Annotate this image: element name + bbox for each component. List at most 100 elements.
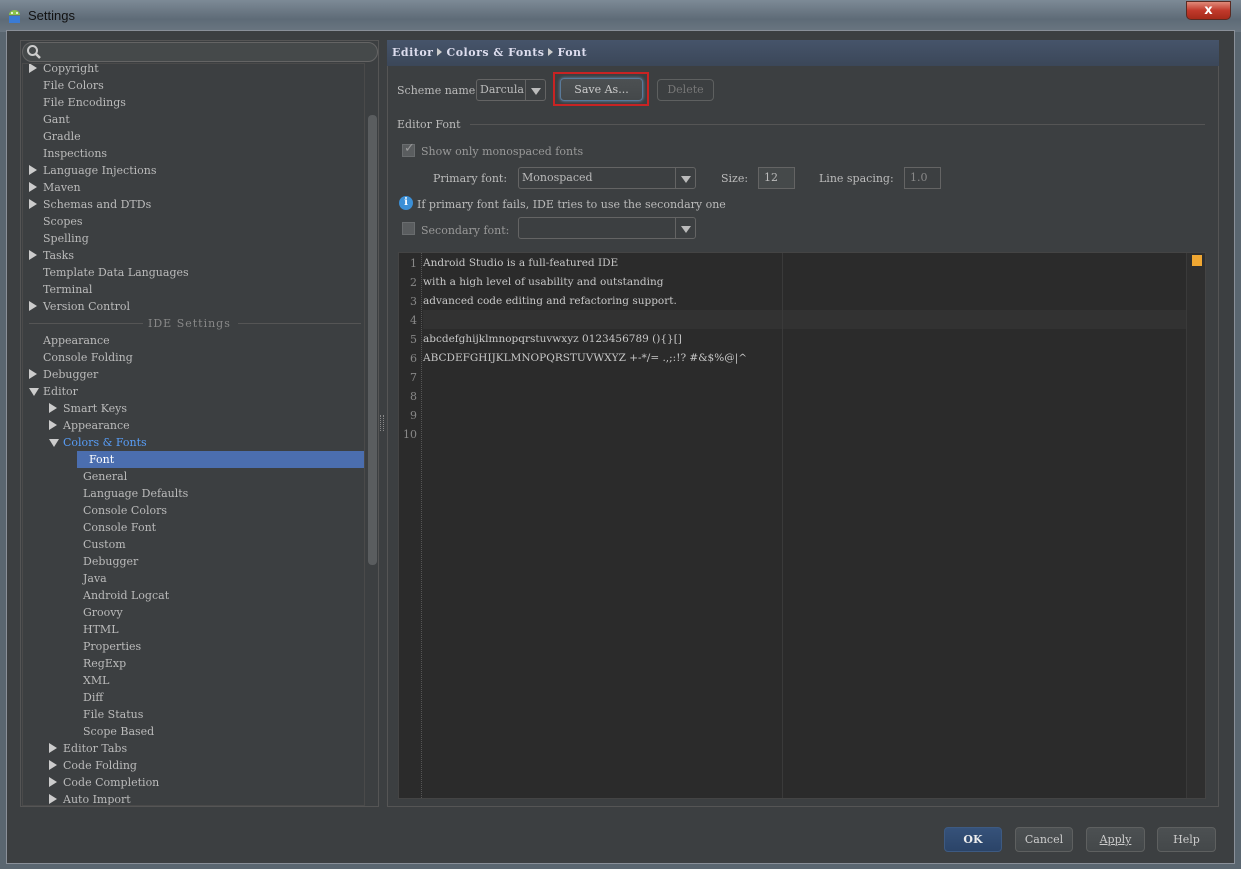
tree-item-label: Scopes (43, 215, 83, 228)
collapsed-arrow-icon[interactable] (29, 250, 37, 260)
tree-item[interactable]: Smart Keys (23, 400, 364, 417)
tree-item[interactable]: RegExp (23, 655, 364, 672)
tree-item[interactable]: Copyright (23, 63, 364, 77)
tree-item[interactable]: Font (77, 451, 364, 468)
tree-item-label: Diff (83, 691, 104, 704)
tree-item[interactable]: Gant (23, 111, 364, 128)
tree-item-label: Smart Keys (63, 402, 127, 415)
collapsed-arrow-icon[interactable] (49, 743, 57, 753)
settings-tree: Copyright File Colors File Encodings Gant Gr… (22, 63, 365, 806)
status-marker (1192, 255, 1202, 266)
tree-item[interactable]: Language Injections (23, 162, 364, 179)
secondary-font-checkbox[interactable] (402, 222, 415, 235)
info-icon: i (399, 196, 413, 210)
primary-font-select[interactable]: Monospaced (518, 167, 696, 189)
tree-item[interactable]: Template Data Languages (23, 264, 364, 281)
section-separator: IDE Settings (23, 315, 363, 332)
tree-item[interactable]: Code Completion (23, 774, 364, 791)
tree-item[interactable]: Console Folding (23, 349, 364, 366)
collapsed-arrow-icon[interactable] (29, 182, 37, 192)
close-button[interactable]: x (1186, 1, 1231, 20)
collapsed-arrow-icon[interactable] (49, 794, 57, 804)
save-as-button[interactable]: Save As... (560, 78, 643, 101)
collapsed-arrow-icon[interactable] (49, 403, 57, 413)
ok-button[interactable]: OK (944, 827, 1002, 852)
tree-item[interactable]: General (23, 468, 364, 485)
help-button[interactable]: Help (1157, 827, 1216, 852)
tree-item[interactable]: Appearance (23, 417, 364, 434)
expanded-arrow-icon[interactable] (29, 388, 39, 396)
tree-item[interactable]: Java (23, 570, 364, 587)
tree-item-label: Debugger (43, 368, 99, 381)
tree-item[interactable]: File Encodings (23, 94, 364, 111)
tree-item[interactable]: Custom (23, 536, 364, 553)
collapsed-arrow-icon[interactable] (49, 420, 57, 430)
tree-item-label: Code Folding (63, 759, 137, 772)
expanded-arrow-icon[interactable] (49, 439, 59, 447)
tree-item[interactable]: Colors & Fonts (23, 434, 364, 451)
tree-item[interactable]: Appearance (23, 332, 364, 349)
tree-item[interactable]: File Colors (23, 77, 364, 94)
collapsed-arrow-icon[interactable] (29, 64, 37, 73)
cancel-button[interactable]: Cancel (1015, 827, 1073, 852)
line-number: 9 (410, 409, 417, 422)
tree-item[interactable]: Tasks (23, 247, 364, 264)
tree-item[interactable]: Terminal (23, 281, 364, 298)
breadcrumb-arrow-icon (548, 48, 554, 56)
collapsed-arrow-icon[interactable] (29, 369, 37, 379)
line-number: 7 (410, 371, 417, 384)
tree-item[interactable]: Language Defaults (23, 485, 364, 502)
line-number: 8 (410, 390, 417, 403)
scheme-name-label: Scheme name: (397, 84, 480, 97)
tree-item[interactable]: Gradle (23, 128, 364, 145)
tree-item[interactable]: Scopes (23, 213, 364, 230)
tree-item[interactable]: Auto Import (23, 791, 364, 805)
preview-line: advanced code editing and refactoring su… (423, 295, 677, 307)
secondary-font-select[interactable] (518, 217, 696, 239)
tree-item[interactable]: HTML (23, 621, 364, 638)
tree-item[interactable]: Console Font (23, 519, 364, 536)
show-mono-checkbox[interactable]: ✓ (402, 141, 415, 157)
tree-item-label: Copyright (43, 63, 99, 75)
collapsed-arrow-icon[interactable] (49, 777, 57, 787)
tree-item[interactable]: Code Folding (23, 757, 364, 774)
tree-item[interactable]: Maven (23, 179, 364, 196)
tree-item[interactable]: Spelling (23, 230, 364, 247)
scheme-select[interactable]: Darcula (476, 79, 546, 101)
tree-item[interactable]: Android Logcat (23, 587, 364, 604)
tree-item[interactable]: Scope Based (23, 723, 364, 740)
tree-item[interactable]: Properties (23, 638, 364, 655)
tree-item[interactable]: Editor Tabs (23, 740, 364, 757)
tree-scrollbar[interactable] (368, 115, 377, 565)
search-input[interactable] (22, 42, 378, 62)
font-preview-editor[interactable]: 1 Android Studio is a full-featured IDE 2 w… (398, 252, 1206, 799)
tree-item[interactable]: Debugger (23, 553, 364, 570)
collapsed-arrow-icon[interactable] (29, 301, 37, 311)
tree-item-label: File Status (83, 708, 144, 721)
line-spacing-input[interactable]: 1.0 (904, 167, 941, 189)
tree-item[interactable]: Editor (23, 383, 364, 400)
delete-button[interactable]: Delete (657, 79, 714, 101)
tree-item[interactable]: Groovy (23, 604, 364, 621)
size-input[interactable]: 12 (758, 167, 795, 189)
line-spacing-label: Line spacing: (819, 172, 894, 185)
collapsed-arrow-icon[interactable] (49, 760, 57, 770)
tree-item-label: Properties (83, 640, 142, 653)
tree-item[interactable]: Diff (23, 689, 364, 706)
tree-item[interactable]: Version Control (23, 298, 364, 315)
tree-item[interactable]: XML (23, 672, 364, 689)
tree-item-label: Appearance (63, 419, 130, 432)
apply-button[interactable]: Apply (1086, 827, 1145, 852)
tree-item-label: Language Defaults (83, 487, 189, 500)
tree-item[interactable]: Inspections (23, 145, 364, 162)
tree-item[interactable]: Debugger (23, 366, 364, 383)
collapsed-arrow-icon[interactable] (29, 199, 37, 209)
splitter-handle[interactable] (380, 415, 384, 431)
editor-scrollbar[interactable] (1186, 253, 1205, 798)
tree-item[interactable]: Schemas and DTDs (23, 196, 364, 213)
tree-item[interactable]: File Status (23, 706, 364, 723)
tree-item-label: Groovy (83, 606, 123, 619)
tree-item[interactable]: Console Colors (23, 502, 364, 519)
tree-item-label: Console Font (83, 521, 157, 534)
collapsed-arrow-icon[interactable] (29, 165, 37, 175)
